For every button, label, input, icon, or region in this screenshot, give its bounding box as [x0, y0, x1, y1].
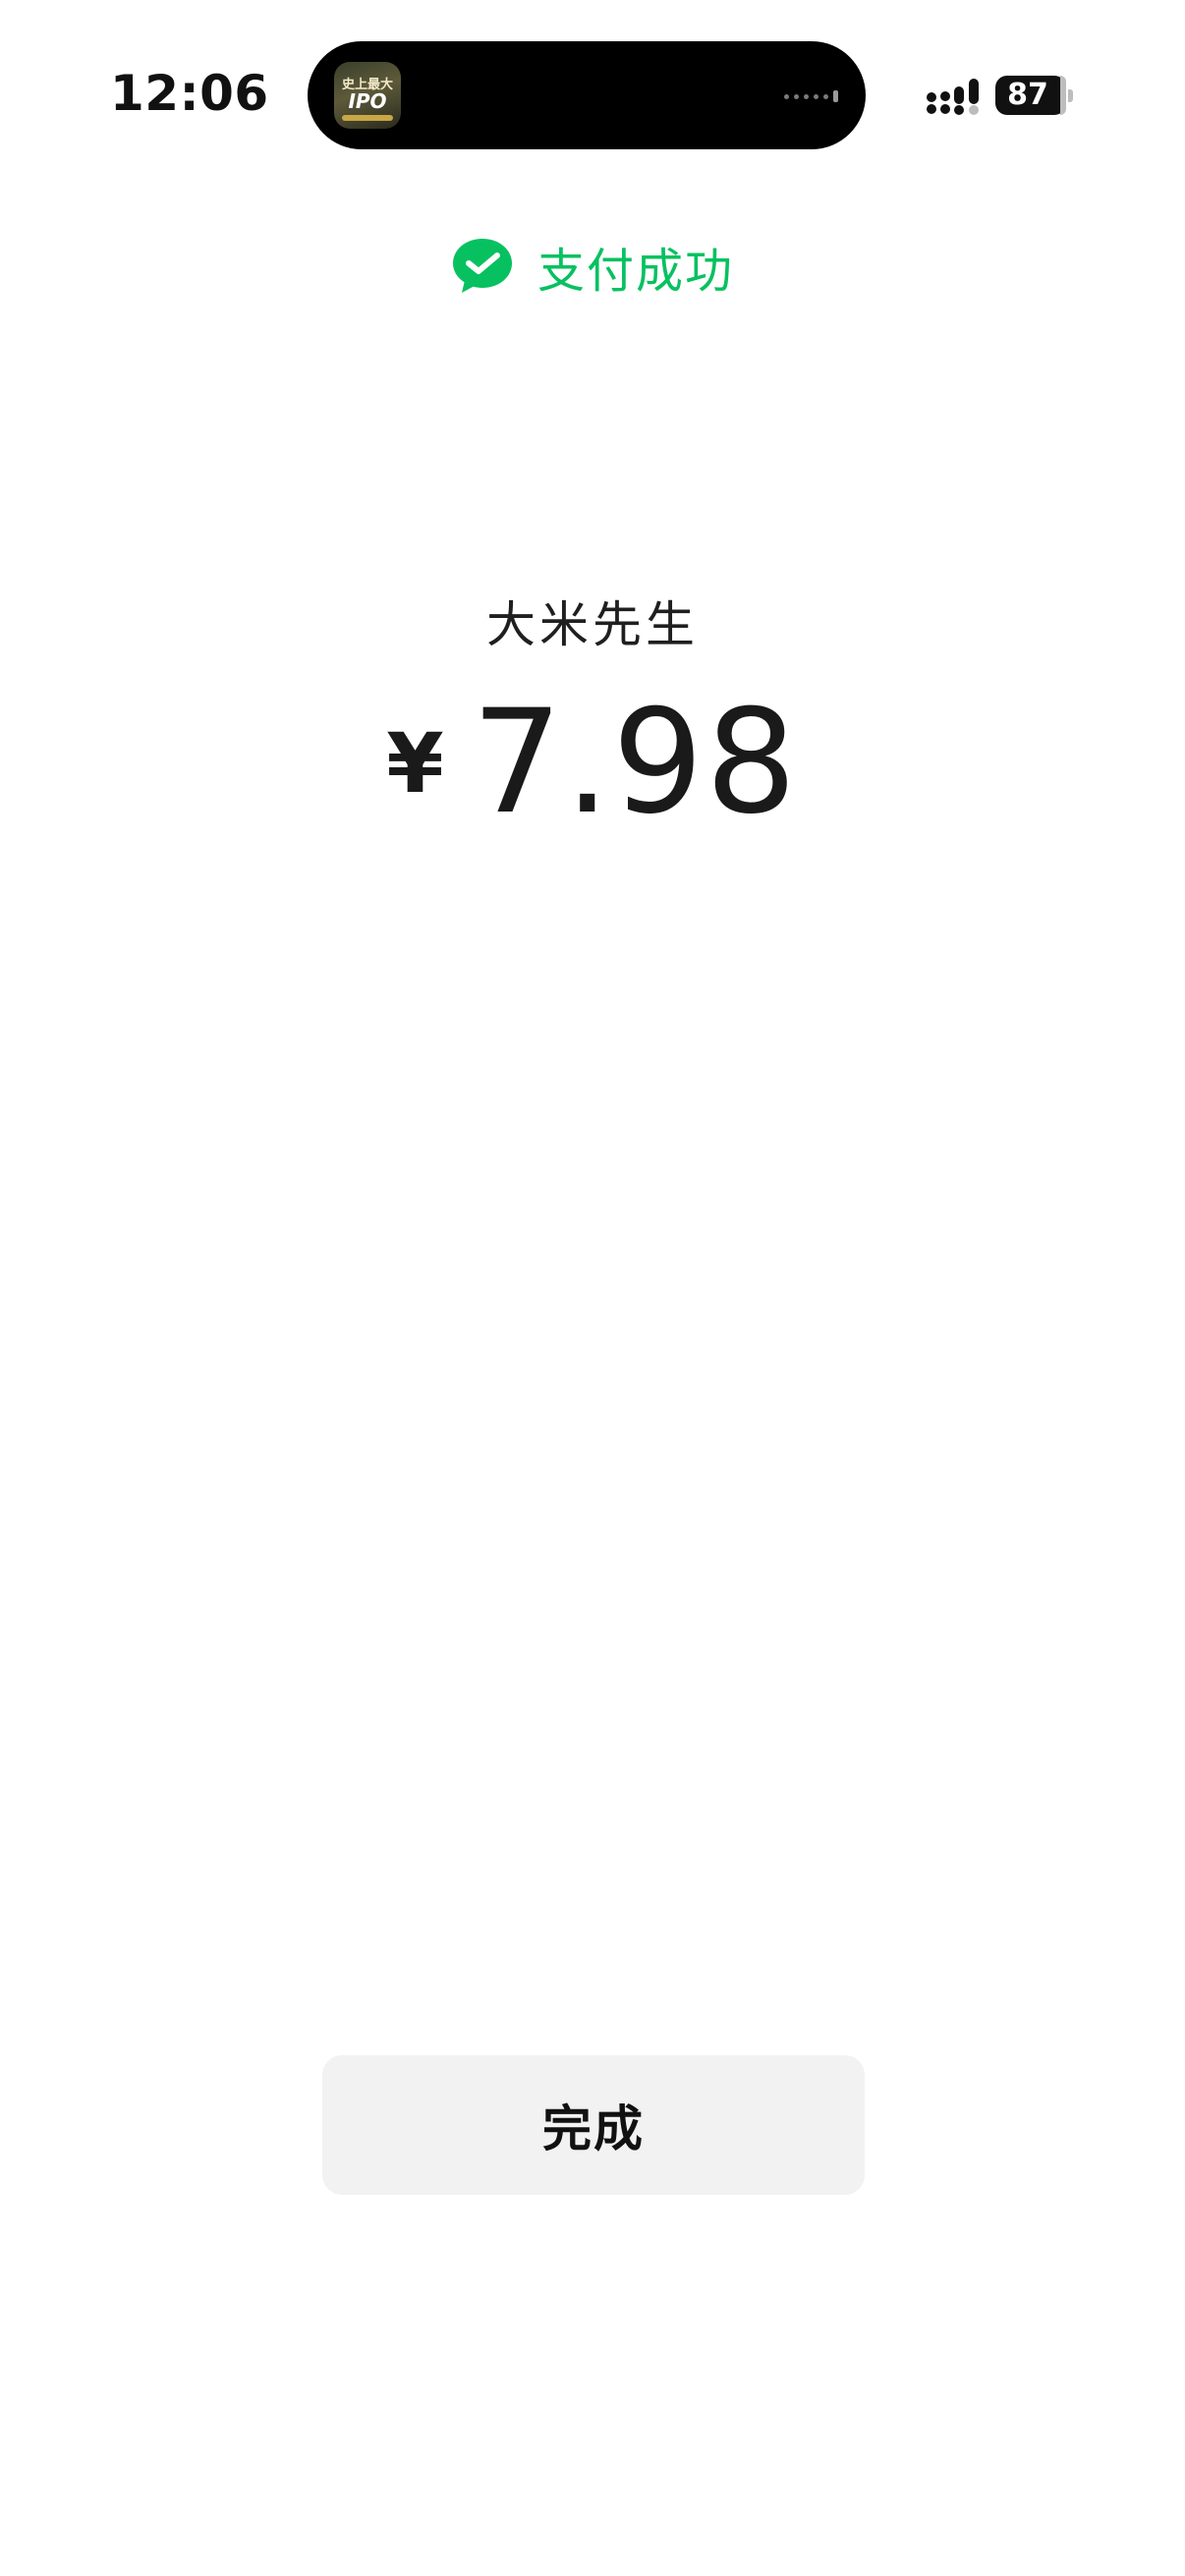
- battery-indicator: 87: [995, 76, 1074, 115]
- done-button-label: 完成: [542, 2100, 645, 2157]
- app-activity-icon[interactable]: 史上最大 IPO: [334, 62, 401, 129]
- payment-status-text: 支付成功: [536, 244, 734, 299]
- island-indicator-icon: [784, 90, 838, 102]
- status-time: 12:06: [110, 65, 269, 122]
- cellular-signal-icon: [927, 79, 979, 115]
- amount-value: 7.98: [471, 679, 799, 846]
- island-icon-text-main: IPO: [348, 89, 387, 113]
- done-button[interactable]: 完成: [322, 2055, 865, 2195]
- currency-symbol: ¥: [386, 715, 444, 812]
- payment-status-header: 支付成功: [0, 232, 1185, 301]
- island-icon-strip: [342, 115, 393, 121]
- dynamic-island[interactable]: 史上最大 IPO: [308, 41, 866, 149]
- wechat-pay-icon: [452, 239, 512, 293]
- payment-amount: ¥ 7.98: [0, 679, 1185, 846]
- battery-level: 87: [1007, 78, 1048, 112]
- status-bar: 12:06 史上最大 IPO 87: [0, 0, 1185, 187]
- merchant-name: 大米先生: [486, 596, 699, 653]
